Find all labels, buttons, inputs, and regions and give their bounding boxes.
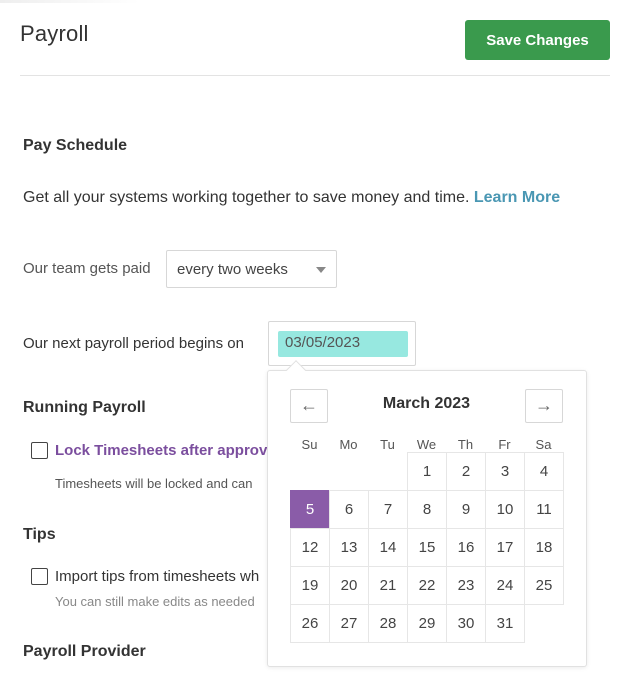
calendar-day[interactable]: 27	[329, 604, 369, 643]
weekday-label: Sa	[535, 437, 552, 452]
save-changes-button[interactable]: Save Changes	[465, 20, 610, 60]
calendar-day[interactable]: 12	[290, 528, 330, 567]
calendar-day[interactable]: 6	[329, 490, 369, 529]
calendar-day[interactable]: 24	[485, 566, 525, 605]
import-tips-help: You can still make edits as needed	[55, 594, 255, 609]
calendar-day[interactable]: 25	[524, 566, 564, 605]
calendar-day-grid: 1 2 3 4 5 6 7 8 9 10 11 12 13 14 15 16 17 18 19 20 21 22 23 24 2…	[290, 452, 564, 643]
top-shadow	[0, 0, 140, 3]
calendar-day[interactable]: 20	[329, 566, 369, 605]
calendar-day[interactable]: 22	[407, 566, 447, 605]
weekday-label: We	[416, 437, 437, 452]
calendar-day[interactable]: 18	[524, 528, 564, 567]
tips-heading: Tips	[23, 526, 56, 543]
calendar-day[interactable]: 10	[485, 490, 525, 529]
lock-timesheets-checkbox[interactable]	[31, 442, 48, 459]
arrow-right-icon: →	[535, 395, 553, 415]
weekday-header: Su Mo Tu We Th Fr Sa	[290, 437, 564, 452]
calendar-day[interactable]: 3	[485, 452, 525, 491]
calendar-day[interactable]: 2	[446, 452, 486, 491]
next-period-date-input[interactable]: 03/05/2023	[278, 331, 408, 357]
calendar-day-selected[interactable]: 5	[290, 490, 330, 529]
page-title: Payroll	[20, 21, 89, 46]
calendar-day[interactable]: 17	[485, 528, 525, 567]
payroll-provider-heading: Payroll Provider	[23, 643, 146, 660]
calendar-day[interactable]: 11	[524, 490, 564, 529]
calendar-empty-cell	[368, 452, 407, 490]
pay-schedule-heading: Pay Schedule	[23, 137, 128, 154]
calendar-day[interactable]: 28	[368, 604, 408, 643]
calendar-day[interactable]: 21	[368, 566, 408, 605]
prev-month-button[interactable]: ←	[290, 389, 328, 423]
calendar-day[interactable]: 14	[368, 528, 408, 567]
pay-schedule-intro: Get all your systems working together to…	[23, 188, 583, 208]
arrow-left-icon: ←	[300, 395, 318, 415]
calendar-empty-cell	[329, 452, 368, 490]
calendar-day[interactable]: 1	[407, 452, 447, 491]
payroll-settings-page: Payroll Save Changes Pay Schedule Get al…	[0, 0, 622, 678]
weekday-label: Fr	[498, 437, 511, 452]
lock-timesheets-label[interactable]: Lock Timesheets after approva	[55, 442, 276, 459]
calendar-day[interactable]: 30	[446, 604, 486, 643]
calendar-day[interactable]: 19	[290, 566, 330, 605]
weekday-label: Th	[457, 437, 474, 452]
header-divider	[20, 75, 610, 76]
calendar-day[interactable]: 4	[524, 452, 564, 491]
running-payroll-heading: Running Payroll	[23, 399, 146, 416]
chevron-down-icon	[316, 267, 326, 273]
calendar-day[interactable]: 29	[407, 604, 447, 643]
pay-frequency-label: Our team gets paid	[23, 260, 151, 277]
lock-timesheets-help: Timesheets will be locked and can	[55, 476, 253, 491]
calendar-day[interactable]: 23	[446, 566, 486, 605]
intro-text: Get all your systems working together to…	[23, 189, 470, 206]
calendar-day[interactable]: 15	[407, 528, 447, 567]
weekday-label: Tu	[380, 437, 395, 452]
calendar-day[interactable]: 31	[485, 604, 525, 643]
import-tips-checkbox[interactable]	[31, 568, 48, 585]
weekday-label: Mo	[339, 437, 358, 452]
calendar-day[interactable]: 16	[446, 528, 486, 567]
calendar-empty-cell	[290, 452, 329, 490]
import-tips-label[interactable]: Import tips from timesheets wh	[55, 568, 259, 585]
weekday-label: Su	[301, 437, 318, 452]
next-period-label: Our next payroll period begins on	[23, 335, 244, 352]
pay-frequency-select[interactable]: every two weeks	[166, 250, 337, 288]
calendar-day[interactable]: 8	[407, 490, 447, 529]
next-period-date-field[interactable]: 03/05/2023	[268, 321, 416, 366]
date-picker-calendar: ← March 2023 → Su Mo Tu We Th Fr Sa 1234567891…	[267, 370, 587, 667]
pay-frequency-value: every two weeks	[177, 261, 288, 278]
calendar-month-label: March 2023	[382, 395, 471, 412]
calendar-day[interactable]: 9	[446, 490, 486, 529]
next-month-button[interactable]: →	[525, 389, 563, 423]
calendar-day[interactable]: 13	[329, 528, 369, 567]
calendar-day[interactable]: 26	[290, 604, 330, 643]
calendar-day[interactable]: 7	[368, 490, 408, 529]
learn-more-link[interactable]: Learn More	[474, 189, 560, 206]
